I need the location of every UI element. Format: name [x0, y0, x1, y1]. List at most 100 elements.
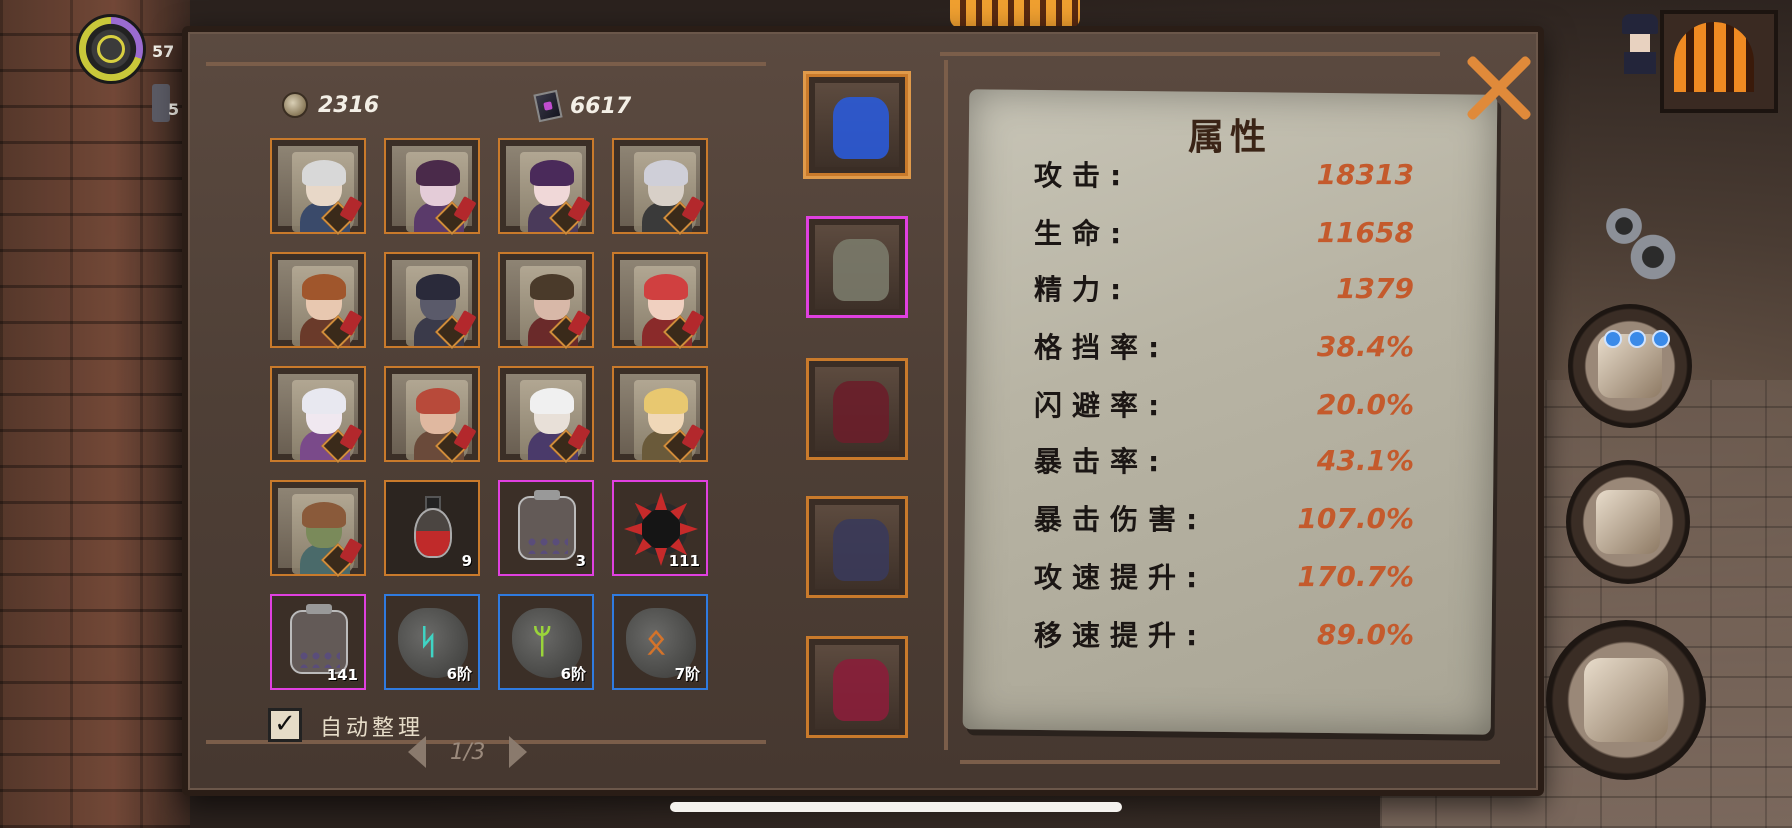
hero-portrait	[278, 374, 363, 463]
decor-line	[940, 52, 1440, 56]
equip-slot-jacket[interactable]	[806, 496, 908, 598]
hero-portrait	[620, 260, 705, 349]
lit-window-right	[1660, 10, 1778, 113]
hero-card-slot[interactable]	[270, 480, 366, 577]
item-slot[interactable]: ᛘ 6阶	[498, 594, 594, 690]
hero-card-slot[interactable]	[498, 138, 594, 235]
potion-icon	[414, 496, 452, 560]
item-count: 6阶	[560, 665, 586, 683]
attribute-label: 攻击:	[1034, 159, 1132, 192]
hero-portrait	[278, 260, 363, 349]
attribute-value: 1379	[1336, 271, 1414, 305]
skill-button-punch[interactable]	[1568, 304, 1692, 428]
attribute-row: 攻速提升: 170.7%	[1034, 556, 1414, 596]
attribute-row: 格挡率: 38.4%	[1034, 326, 1414, 366]
equip-slot-offhand[interactable]	[806, 216, 908, 318]
book-counter: 6617	[533, 89, 632, 123]
attribute-value: 11658	[1316, 215, 1414, 249]
hero-card-slot[interactable]	[270, 252, 366, 349]
bean-jar-icon	[290, 604, 348, 674]
hero-card-slot[interactable]	[612, 366, 708, 463]
hero-portrait	[392, 260, 477, 349]
attribute-value: 107.0%	[1297, 501, 1414, 535]
close-x-icon[interactable]	[1462, 52, 1534, 124]
hero-portrait	[506, 374, 591, 463]
item-count: 111	[668, 552, 700, 570]
item-count: 6阶	[446, 665, 472, 683]
decor-line	[944, 60, 948, 750]
auto-sort-checkbox[interactable]: ✓	[268, 708, 302, 742]
attribute-value: 18313	[1316, 157, 1414, 191]
hero-card-slot[interactable]	[270, 138, 366, 235]
hero-portrait	[278, 488, 363, 577]
item-count: 9	[461, 552, 472, 570]
hud-sub-number: 5	[168, 100, 180, 119]
home-indicator[interactable]	[670, 802, 1122, 812]
book-icon	[533, 89, 563, 123]
hero-card-slot[interactable]	[384, 138, 480, 235]
decor-line	[960, 760, 1500, 764]
attribute-value: 20.0%	[1316, 387, 1414, 421]
hero-portrait	[620, 374, 705, 463]
hero-card-slot[interactable]	[612, 138, 708, 235]
gear-icon[interactable]	[1628, 232, 1678, 282]
hero-portrait	[278, 146, 363, 235]
attribute-value: 170.7%	[1297, 559, 1414, 593]
item-count: 7阶	[674, 665, 700, 683]
item-count: 3	[575, 552, 586, 570]
item-slot[interactable]: 141	[270, 594, 366, 690]
minimap-ring-icon[interactable]	[76, 14, 146, 84]
hero-card-slot[interactable]	[270, 366, 366, 463]
hero-card-slot[interactable]	[384, 366, 480, 463]
attributes-title: 属性	[1188, 117, 1273, 158]
attribute-row: 闪避率: 20.0%	[1034, 384, 1414, 424]
equip-slot-weapon[interactable]	[806, 74, 908, 176]
equip-slot-hood[interactable]	[806, 358, 908, 460]
attribute-value: 89.0%	[1316, 617, 1414, 651]
attack-button[interactable]	[1546, 620, 1706, 780]
bean-jar-icon	[518, 490, 576, 560]
item-slot[interactable]: ᛟ 7阶	[612, 594, 708, 690]
hero-card-slot[interactable]	[498, 366, 594, 463]
item-slot[interactable]: 111	[612, 480, 708, 576]
item-count: 141	[326, 666, 358, 684]
attribute-value: 38.4%	[1316, 329, 1414, 363]
lit-window-top	[950, 0, 1080, 28]
next-page-arrow-icon[interactable]	[509, 736, 528, 768]
skill-charge-dots	[1604, 330, 1670, 348]
item-slot[interactable]: ᛋ 6阶	[384, 594, 480, 690]
hero-portrait	[506, 146, 591, 235]
pager: 1/3	[408, 736, 528, 768]
attribute-label: 暴击率:	[1034, 445, 1170, 478]
book-amount: 6617	[570, 93, 632, 119]
attribute-label: 格挡率:	[1034, 331, 1170, 364]
hero-portrait	[392, 374, 477, 463]
spiked-core-icon	[630, 492, 692, 560]
item-slot[interactable]: 3	[498, 480, 594, 576]
attribute-label: 移速提升:	[1034, 619, 1208, 652]
prev-page-arrow-icon[interactable]	[408, 736, 426, 768]
page-indicator: 1/3	[450, 739, 486, 765]
equip-slot-boots[interactable]	[806, 636, 908, 738]
attribute-label: 闪避率:	[1034, 389, 1170, 422]
inventory-grid: 9 3 111 141 ᛋ 6阶 ᛘ 6阶 ᛟ 7阶	[270, 138, 710, 694]
attribute-row: 攻击: 18313	[1034, 154, 1414, 194]
attribute-label: 精力:	[1034, 273, 1132, 306]
attribute-row: 暴击率: 43.1%	[1034, 440, 1414, 480]
item-slot[interactable]: 9	[384, 480, 480, 576]
hero-card-slot[interactable]	[384, 252, 480, 349]
skill-button-gun[interactable]	[1566, 460, 1690, 584]
attribute-label: 攻速提升:	[1034, 561, 1208, 594]
attribute-row: 生命: 11658	[1034, 212, 1414, 252]
hero-portrait	[620, 146, 705, 235]
attribute-label: 生命:	[1034, 217, 1132, 250]
attribute-row: 移速提升: 89.0%	[1034, 614, 1414, 654]
npc-character	[1620, 14, 1660, 74]
hero-portrait	[506, 260, 591, 349]
decor-line	[206, 62, 766, 66]
coin-counter: 2316	[282, 92, 379, 118]
coin-icon	[282, 92, 308, 118]
hero-card-slot[interactable]	[612, 252, 708, 349]
hero-card-slot[interactable]	[498, 252, 594, 349]
attribute-label: 暴击伤害:	[1034, 503, 1208, 536]
